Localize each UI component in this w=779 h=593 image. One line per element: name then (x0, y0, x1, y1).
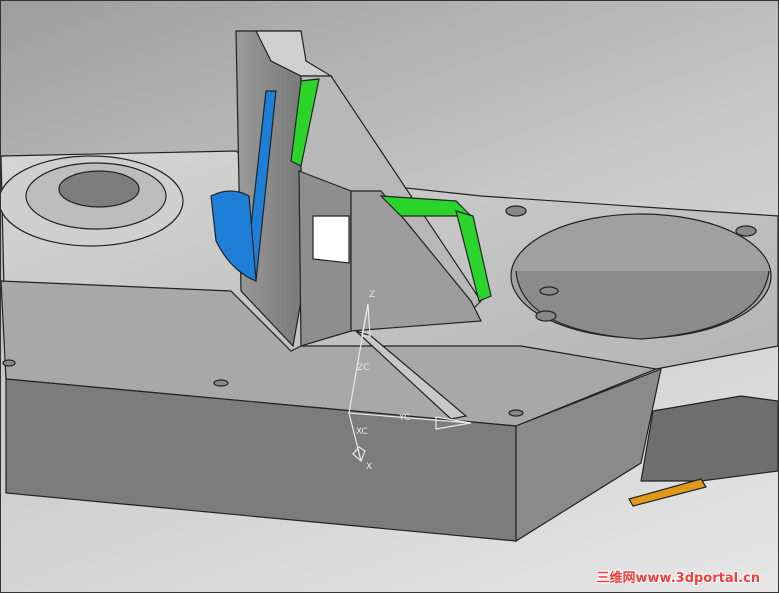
cad-model[interactable]: Z ZC YC XC X (1, 1, 778, 592)
triad-zc-label: ZC (357, 363, 369, 373)
window (312, 215, 350, 264)
graphics-viewport[interactable]: Z ZC YC XC X 三维网www.3dportal.cn (0, 0, 779, 593)
side-bracket (640, 395, 778, 482)
watermark: 三维网www.3dportal.cn (596, 571, 760, 586)
orange-face (628, 478, 707, 507)
triad-yc-label: YC (398, 413, 410, 423)
triad-xc-label: XC (356, 427, 368, 437)
boss-hole (58, 170, 140, 208)
triad-z-label: Z (369, 290, 375, 300)
triad-x-label: X (366, 462, 372, 472)
